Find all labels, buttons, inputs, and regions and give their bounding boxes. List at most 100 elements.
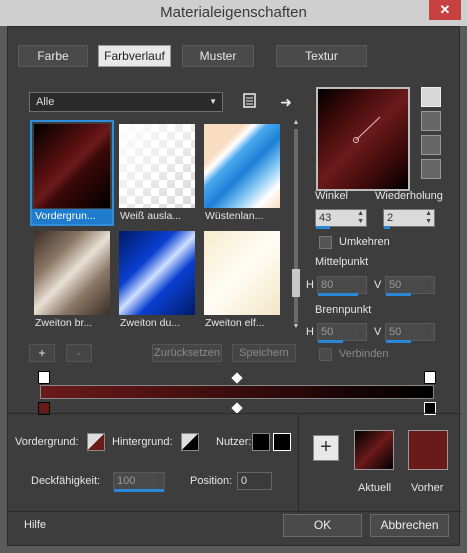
gradient-preview[interactable]	[316, 87, 410, 191]
spinner-icon: ▲ ▼	[155, 473, 162, 488]
style-rectangular-button[interactable]	[421, 111, 441, 131]
previous-swatch[interactable]	[408, 430, 448, 470]
gradient-label: Zweiton du...	[120, 317, 181, 329]
tab-muster[interactable]: Muster	[182, 45, 254, 67]
focus-h-label: H	[306, 326, 314, 338]
tab-bar: Farbe Farbverlauf Muster Textur	[18, 45, 373, 69]
tab-textur[interactable]: Textur	[276, 45, 367, 67]
position-label: Position:	[190, 475, 233, 487]
link-label: Verbinden	[339, 348, 389, 360]
focus-h-slider[interactable]	[318, 340, 343, 343]
focus-v-slider[interactable]	[386, 340, 411, 343]
user-color-swatch-2[interactable]	[273, 433, 291, 451]
gradient-label: Vordergrun...	[32, 209, 112, 224]
spinner-icon: ▲ ▼	[425, 210, 432, 225]
center-h-value: 80	[321, 279, 334, 291]
reset-button[interactable]: Zurücksetzen	[152, 344, 222, 362]
focus-label: Brennpunkt	[315, 304, 372, 316]
repeat-input[interactable]: 2 ▲ ▼	[383, 209, 435, 229]
repeat-value: 2	[387, 212, 394, 224]
style-radial-button[interactable]	[421, 135, 441, 155]
add-gradient-button[interactable]: +	[29, 344, 55, 362]
gradient-swatch	[34, 124, 110, 208]
scroll-thumb[interactable]	[292, 269, 300, 297]
save-button[interactable]: Speichern	[232, 344, 296, 362]
background-color-swatch[interactable]	[181, 433, 199, 451]
opacity-slider[interactable]	[114, 489, 164, 492]
dialog-body: Farbe Farbverlauf Muster Textur Alle ▼ ➜…	[7, 26, 461, 546]
center-h-slider[interactable]	[318, 293, 358, 296]
center-v-input[interactable]: 50 ▲ ▼	[385, 276, 435, 296]
position-value: 0	[241, 475, 248, 487]
window-title: Materialeigenschaften	[160, 4, 307, 21]
divider	[8, 511, 461, 512]
tab-farbverlauf[interactable]: Farbverlauf	[98, 45, 171, 67]
gradient-item[interactable]: Weiß ausla...	[117, 122, 197, 224]
add-to-swatches-button[interactable]: +	[313, 435, 339, 461]
gradient-item[interactable]: Zweiton du...	[117, 229, 197, 331]
opacity-stop-right[interactable]	[424, 371, 436, 384]
opacity-value: 100	[117, 475, 136, 487]
previous-label: Vorher	[411, 482, 444, 494]
gradient-label: Zweiton elf...	[205, 317, 265, 329]
angle-label: Winkel	[315, 190, 349, 202]
chevron-down-icon: ▼	[209, 97, 217, 106]
gradient-label: Weiß ausla...	[120, 210, 182, 222]
angle-input[interactable]: 43 ▲ ▼	[315, 209, 367, 229]
gradient-editor[interactable]	[33, 371, 441, 415]
gradient-swatch	[204, 124, 280, 208]
current-label: Aktuell	[358, 482, 392, 494]
user-color-swatch-1[interactable]	[252, 433, 270, 451]
gradient-label: Zweiton br...	[35, 317, 93, 329]
opacity-input[interactable]: 100 ▲ ▼	[113, 472, 165, 492]
gradient-swatch	[34, 231, 110, 315]
gradient-item[interactable]: Zweiton br...	[32, 229, 112, 331]
current-swatch[interactable]	[354, 430, 394, 470]
invert-label: Umkehren	[339, 236, 390, 248]
color-midpoint[interactable]	[231, 402, 243, 414]
center-v-slider[interactable]	[386, 293, 411, 296]
arrow-right-icon[interactable]: ➜	[276, 92, 296, 112]
position-input[interactable]: 0	[237, 472, 272, 490]
divider	[8, 413, 461, 414]
center-h-input[interactable]: 80 ▲ ▼	[317, 276, 367, 296]
library-icon[interactable]	[239, 92, 259, 112]
gradient-label: Wüstenlan...	[205, 210, 264, 222]
focus-h-value: 50	[321, 326, 334, 338]
repeat-label: Wiederholung	[375, 190, 443, 202]
center-v-label: V	[374, 279, 382, 291]
cancel-button[interactable]: Abbrechen	[370, 514, 449, 537]
center-v-value: 50	[389, 279, 402, 291]
category-dropdown[interactable]: Alle ▼	[29, 92, 223, 112]
vertical-divider	[298, 414, 299, 514]
center-h-label: H	[306, 279, 314, 291]
close-button[interactable]: ✕	[429, 0, 461, 20]
gradient-item[interactable]: Wüstenlan...	[202, 122, 282, 224]
tab-farbe[interactable]: Farbe	[18, 45, 88, 67]
remove-gradient-button[interactable]: -	[66, 344, 92, 362]
spinner-icon: ▲ ▼	[425, 324, 432, 339]
angle-slider[interactable]	[316, 226, 330, 229]
link-checkbox[interactable]	[319, 348, 332, 361]
focus-v-input[interactable]: 50 ▲ ▼	[385, 323, 435, 343]
ok-button[interactable]: OK	[283, 514, 362, 537]
gradient-swatch	[119, 124, 195, 208]
opacity-midpoint[interactable]	[231, 372, 243, 384]
help-link[interactable]: Hilfe	[24, 519, 46, 531]
gradient-item[interactable]: Zweiton elf...	[202, 229, 282, 331]
repeat-slider[interactable]	[384, 226, 390, 229]
focus-h-input[interactable]: 50 ▲ ▼	[317, 323, 367, 343]
gradient-list-scrollbar[interactable]: ▲ ▼	[291, 119, 301, 333]
gradient-bar[interactable]	[40, 385, 434, 399]
scroll-down-icon[interactable]: ▼	[291, 323, 301, 330]
style-sunburst-button[interactable]	[421, 159, 441, 179]
opacity-stop-left[interactable]	[38, 371, 50, 384]
scroll-up-icon[interactable]: ▲	[291, 119, 301, 126]
spinner-icon: ▲ ▼	[425, 277, 432, 292]
gradient-item[interactable]: Vordergrun...	[30, 120, 114, 226]
invert-checkbox[interactable]	[319, 236, 332, 249]
style-linear-button[interactable]	[421, 87, 441, 107]
angle-value: 43	[319, 212, 332, 224]
angle-handle-icon	[353, 116, 381, 143]
foreground-color-swatch[interactable]	[87, 433, 105, 451]
